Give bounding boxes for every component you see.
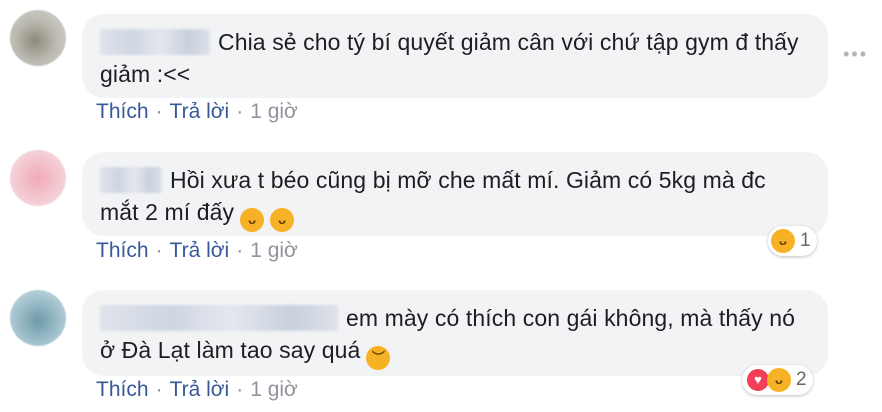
separator: · [236,378,244,401]
comment-bubble: Hồi xưa t béo cũng bị mỡ che mất mí. Giả… [82,152,828,236]
author-name-blurred[interactable] [100,167,162,193]
comment-actions: Thích · Trả lời · 1 giờ [96,239,298,263]
reply-button[interactable]: Trả lời [170,378,230,401]
reply-button[interactable]: Trả lời [170,239,230,262]
separator: · [155,239,163,262]
author-name-blurred[interactable] [100,305,338,331]
like-button[interactable]: Thích [96,100,149,123]
reaction-count: 1 [800,230,811,251]
more-options-icon[interactable]: ••• [843,44,868,65]
avatar[interactable] [10,290,66,346]
author-name-blurred[interactable] [100,29,210,55]
sad-emoji-icon: ︶ [366,346,391,370]
reaction-summary[interactable]: ᴗ 1 [768,226,817,256]
comment-bubble: em mày có thích con gái không, mà thấy n… [82,290,828,376]
separator: · [236,100,244,123]
comment-text: Hồi xưa t béo cũng bị mỡ che mất mí. Giả… [100,167,766,225]
comment-actions: Thích · Trả lời · 1 giờ [96,378,298,402]
separator: · [155,100,163,123]
reaction-count: 2 [796,369,807,390]
like-button[interactable]: Thích [96,378,149,401]
comment-actions: Thích · Trả lời · 1 giờ [96,100,298,124]
reaction-summary[interactable]: ♥ ᴗ 2 [742,365,813,395]
avatar[interactable] [10,150,66,206]
separator: · [236,239,244,262]
avatar[interactable] [10,10,66,66]
timestamp[interactable]: 1 giờ [250,378,298,401]
timestamp[interactable]: 1 giờ [250,100,298,123]
haha-reaction-icon: ᴗ [767,368,791,392]
reply-button[interactable]: Trả lời [170,100,230,123]
haha-reaction-icon: ᴗ [771,229,795,253]
timestamp[interactable]: 1 giờ [250,239,298,262]
comment-bubble: Chia sẻ cho tý bí quyết giảm cân với chứ… [82,14,828,98]
haha-emoji-icon: ᴗ [240,208,265,232]
separator: · [155,378,163,401]
haha-emoji-icon: ᴗ [270,208,295,232]
like-button[interactable]: Thích [96,239,149,262]
